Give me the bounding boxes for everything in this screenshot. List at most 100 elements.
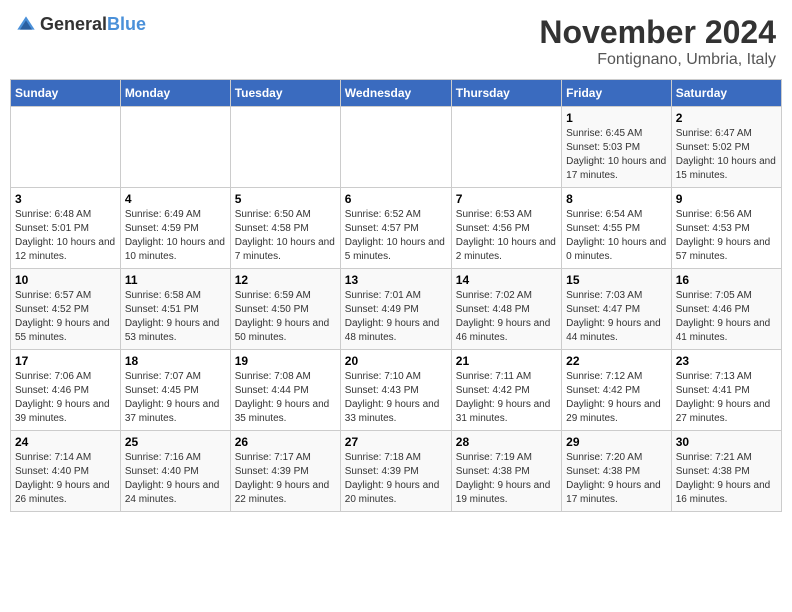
day-number: 10 <box>15 273 116 287</box>
table-row: 27 Sunrise: 7:18 AM Sunset: 4:39 PM Dayli… <box>340 431 451 512</box>
day-info: Sunrise: 7:16 AM Sunset: 4:40 PM Dayligh… <box>125 451 226 507</box>
table-row <box>451 107 561 188</box>
day-number: 18 <box>125 354 226 368</box>
day-info: Sunrise: 7:14 AM Sunset: 4:40 PM Dayligh… <box>15 451 116 507</box>
day-info: Sunrise: 7:07 AM Sunset: 4:45 PM Dayligh… <box>125 370 226 426</box>
day-info: Sunrise: 7:03 AM Sunset: 4:47 PM Dayligh… <box>566 289 667 345</box>
day-info: Sunrise: 6:53 AM Sunset: 4:56 PM Dayligh… <box>456 208 557 264</box>
table-row: 13 Sunrise: 7:01 AM Sunset: 4:49 PM Dayli… <box>340 269 451 350</box>
logo-blue: Blue <box>107 14 146 34</box>
month-title: November 2024 <box>539 14 776 51</box>
table-row: 4 Sunrise: 6:49 AM Sunset: 4:59 PM Daylig… <box>120 188 230 269</box>
day-info: Sunrise: 7:11 AM Sunset: 4:42 PM Dayligh… <box>456 370 557 426</box>
day-number: 6 <box>345 192 447 206</box>
day-info: Sunrise: 6:56 AM Sunset: 4:53 PM Dayligh… <box>676 208 777 264</box>
header-friday: Friday <box>562 80 672 107</box>
day-info: Sunrise: 7:08 AM Sunset: 4:44 PM Dayligh… <box>235 370 336 426</box>
table-row: 1Sunrise: 6:45 AM Sunset: 5:03 PM Daylig… <box>562 107 672 188</box>
table-row <box>11 107 121 188</box>
day-number: 8 <box>566 192 667 206</box>
table-row: 24 Sunrise: 7:14 AM Sunset: 4:40 PM Dayli… <box>11 431 121 512</box>
day-number: 27 <box>345 435 447 449</box>
logo-icon <box>16 15 36 35</box>
title-block: November 2024 Fontignano, Umbria, Italy <box>539 14 776 69</box>
day-info: Sunrise: 7:18 AM Sunset: 4:39 PM Dayligh… <box>345 451 447 507</box>
calendar-week-row: 1Sunrise: 6:45 AM Sunset: 5:03 PM Daylig… <box>11 107 782 188</box>
calendar-week-row: 24 Sunrise: 7:14 AM Sunset: 4:40 PM Dayli… <box>11 431 782 512</box>
day-info: Sunrise: 7:12 AM Sunset: 4:42 PM Dayligh… <box>566 370 667 426</box>
day-number: 5 <box>235 192 336 206</box>
day-number: 22 <box>566 354 667 368</box>
day-number: 16 <box>676 273 777 287</box>
day-number: 15 <box>566 273 667 287</box>
table-row: 26 Sunrise: 7:17 AM Sunset: 4:39 PM Dayli… <box>230 431 340 512</box>
logo-text: GeneralBlue <box>40 14 146 35</box>
day-info: Sunrise: 6:54 AM Sunset: 4:55 PM Dayligh… <box>566 208 667 264</box>
header-saturday: Saturday <box>671 80 781 107</box>
day-info: Sunrise: 6:48 AM Sunset: 5:01 PM Dayligh… <box>15 208 116 264</box>
table-row <box>120 107 230 188</box>
header-thursday: Thursday <box>451 80 561 107</box>
day-number: 20 <box>345 354 447 368</box>
table-row: 25 Sunrise: 7:16 AM Sunset: 4:40 PM Dayli… <box>120 431 230 512</box>
table-row: 2 Sunrise: 6:47 AM Sunset: 5:02 PM Daylig… <box>671 107 781 188</box>
page-header: GeneralBlue November 2024 Fontignano, Um… <box>10 10 782 73</box>
day-info: Sunrise: 7:10 AM Sunset: 4:43 PM Dayligh… <box>345 370 447 426</box>
day-info: Sunrise: 7:17 AM Sunset: 4:39 PM Dayligh… <box>235 451 336 507</box>
table-row: 11Sunrise: 6:58 AM Sunset: 4:51 PM Dayli… <box>120 269 230 350</box>
table-row: 9 Sunrise: 6:56 AM Sunset: 4:53 PM Daylig… <box>671 188 781 269</box>
calendar-week-row: 10 Sunrise: 6:57 AM Sunset: 4:52 PM Dayli… <box>11 269 782 350</box>
day-number: 9 <box>676 192 777 206</box>
day-number: 19 <box>235 354 336 368</box>
day-info: Sunrise: 6:57 AM Sunset: 4:52 PM Dayligh… <box>15 289 116 345</box>
day-number: 23 <box>676 354 777 368</box>
table-row: 16 Sunrise: 7:05 AM Sunset: 4:46 PM Dayli… <box>671 269 781 350</box>
day-info: Sunrise: 7:05 AM Sunset: 4:46 PM Dayligh… <box>676 289 777 345</box>
table-row: 20 Sunrise: 7:10 AM Sunset: 4:43 PM Dayli… <box>340 350 451 431</box>
calendar-week-row: 17 Sunrise: 7:06 AM Sunset: 4:46 PM Dayli… <box>11 350 782 431</box>
day-number: 17 <box>15 354 116 368</box>
table-row: 15 Sunrise: 7:03 AM Sunset: 4:47 PM Dayli… <box>562 269 672 350</box>
day-number: 25 <box>125 435 226 449</box>
table-row: 7 Sunrise: 6:53 AM Sunset: 4:56 PM Daylig… <box>451 188 561 269</box>
day-number: 28 <box>456 435 557 449</box>
day-number: 12 <box>235 273 336 287</box>
table-row: 28 Sunrise: 7:19 AM Sunset: 4:38 PM Dayli… <box>451 431 561 512</box>
day-info: Sunrise: 7:02 AM Sunset: 4:48 PM Dayligh… <box>456 289 557 345</box>
day-info: Sunrise: 7:01 AM Sunset: 4:49 PM Dayligh… <box>345 289 447 345</box>
table-row: 5Sunrise: 6:50 AM Sunset: 4:58 PM Daylig… <box>230 188 340 269</box>
day-info: Sunrise: 6:59 AM Sunset: 4:50 PM Dayligh… <box>235 289 336 345</box>
table-row: 22 Sunrise: 7:12 AM Sunset: 4:42 PM Dayli… <box>562 350 672 431</box>
day-number: 14 <box>456 273 557 287</box>
day-number: 24 <box>15 435 116 449</box>
day-info: Sunrise: 7:20 AM Sunset: 4:38 PM Dayligh… <box>566 451 667 507</box>
day-number: 3 <box>15 192 116 206</box>
day-number: 13 <box>345 273 447 287</box>
day-number: 30 <box>676 435 777 449</box>
calendar-table: Sunday Monday Tuesday Wednesday Thursday… <box>10 79 782 512</box>
day-number: 7 <box>456 192 557 206</box>
table-row: 8 Sunrise: 6:54 AM Sunset: 4:55 PM Daylig… <box>562 188 672 269</box>
day-number: 21 <box>456 354 557 368</box>
table-row: 29Sunrise: 7:20 AM Sunset: 4:38 PM Dayli… <box>562 431 672 512</box>
day-info: Sunrise: 7:06 AM Sunset: 4:46 PM Dayligh… <box>15 370 116 426</box>
header-monday: Monday <box>120 80 230 107</box>
table-row <box>340 107 451 188</box>
table-row: 3 Sunrise: 6:48 AM Sunset: 5:01 PM Daylig… <box>11 188 121 269</box>
day-number: 26 <box>235 435 336 449</box>
day-number: 4 <box>125 192 226 206</box>
day-info: Sunrise: 7:21 AM Sunset: 4:38 PM Dayligh… <box>676 451 777 507</box>
table-row: 10 Sunrise: 6:57 AM Sunset: 4:52 PM Dayli… <box>11 269 121 350</box>
day-number: 11 <box>125 273 226 287</box>
day-info: Sunrise: 6:47 AM Sunset: 5:02 PM Dayligh… <box>676 127 777 183</box>
day-info: Sunrise: 7:19 AM Sunset: 4:38 PM Dayligh… <box>456 451 557 507</box>
day-info: Sunrise: 6:49 AM Sunset: 4:59 PM Dayligh… <box>125 208 226 264</box>
table-row: 23Sunrise: 7:13 AM Sunset: 4:41 PM Dayli… <box>671 350 781 431</box>
table-row: 6Sunrise: 6:52 AM Sunset: 4:57 PM Daylig… <box>340 188 451 269</box>
table-row: 19 Sunrise: 7:08 AM Sunset: 4:44 PM Dayli… <box>230 350 340 431</box>
header-tuesday: Tuesday <box>230 80 340 107</box>
day-number: 2 <box>676 111 777 125</box>
location-title: Fontignano, Umbria, Italy <box>539 51 776 69</box>
logo-general: General <box>40 14 107 34</box>
table-row: 21 Sunrise: 7:11 AM Sunset: 4:42 PM Dayli… <box>451 350 561 431</box>
